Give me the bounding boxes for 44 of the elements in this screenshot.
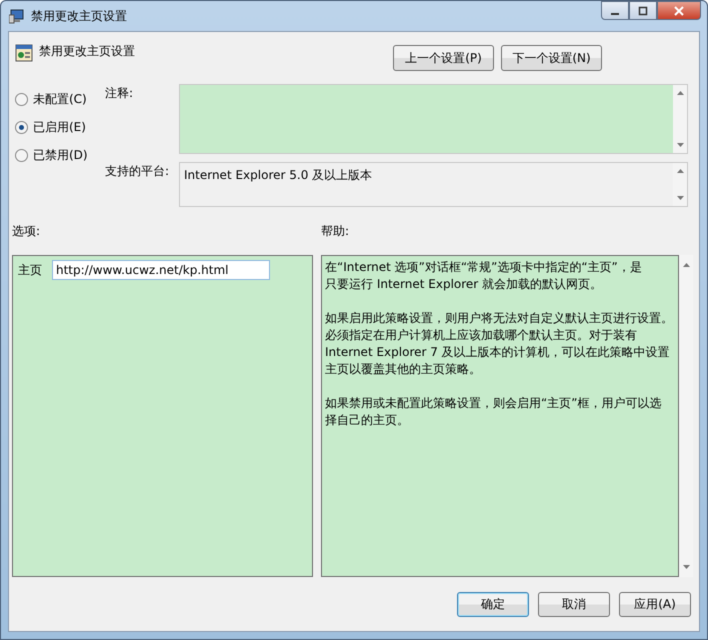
settings-window-icon (15, 44, 33, 62)
computer-icon (9, 8, 25, 24)
field-label: 主页 (18, 262, 42, 278)
scroll-down-icon[interactable] (676, 196, 684, 200)
scroll-down-icon[interactable] (676, 143, 684, 147)
radio-label: 未配置(C) (33, 90, 87, 108)
comment-label: 注释: (105, 85, 134, 102)
scroll-down-icon[interactable] (682, 565, 690, 569)
scroll-up-icon[interactable] (682, 263, 690, 267)
close-button[interactable] (657, 1, 701, 20)
scrollbar[interactable] (679, 255, 693, 577)
radio-label: 已禁用(D) (33, 146, 88, 164)
radio-button[interactable] (15, 120, 28, 134)
minimize-icon (611, 12, 619, 14)
dialog-button[interactable]: 取消 (538, 592, 610, 617)
scroll-up-icon[interactable] (676, 91, 684, 95)
homepage-field[interactable]: http://www.ucwz.net/kp.html (52, 260, 270, 280)
window-title: 禁用更改主页设置 (31, 8, 127, 24)
minimize-button[interactable] (601, 1, 629, 20)
help-paragraph: 如果禁用或未配置此策略设置，则会启用“主页”框，用户可以选 择自己的主页。 (325, 395, 662, 429)
maximize-button[interactable] (629, 1, 657, 20)
radio-button[interactable] (15, 148, 28, 162)
radio-option[interactable]: 已禁用(D) (15, 145, 105, 165)
help-label: 帮助: (321, 223, 350, 240)
scroll-up-icon[interactable] (676, 169, 684, 173)
dialog-button[interactable]: 确定 (457, 592, 529, 617)
nav-button[interactable]: 上一个设置(P) (393, 45, 494, 71)
radio-button[interactable] (15, 92, 28, 106)
radio-label: 已启用(E) (33, 118, 86, 136)
close-icon (674, 6, 684, 16)
maximize-icon (638, 6, 648, 16)
help-paragraph: 如果启用此策略设置，则用户将无法对自定义默认主页进行设置。 必须指定在用户计算机上应该加载哪个默认主页。对于装有 Internet Explorer 7 及以上版本的计算机，可以在此策略中设置 主页以覆盖其他的主页策略。 (325, 310, 674, 378)
options-label: 选项: (12, 223, 42, 240)
nav-button[interactable]: 下一个设置(N) (501, 45, 602, 71)
scrollbar[interactable] (673, 85, 687, 153)
platform-label: 支持的平台: (105, 163, 170, 180)
platform-text: Internet Explorer 5.0 及以上版本 (184, 168, 372, 182)
scrollbar[interactable] (673, 163, 687, 206)
comment-field[interactable] (179, 84, 688, 154)
help-paragraph: 在“Internet 选项”对话框“常规”选项卡中指定的“主页”，是 只要运行 Internet Explorer 就会加载的默认网页。 (325, 259, 643, 293)
radio-option[interactable]: 已启用(E) (15, 117, 105, 137)
radio-option[interactable]: 未配置(C) (15, 89, 105, 109)
dialog-button[interactable]: 应用(A) (619, 592, 691, 617)
policy-title: 禁用更改主页设置 (39, 43, 135, 60)
